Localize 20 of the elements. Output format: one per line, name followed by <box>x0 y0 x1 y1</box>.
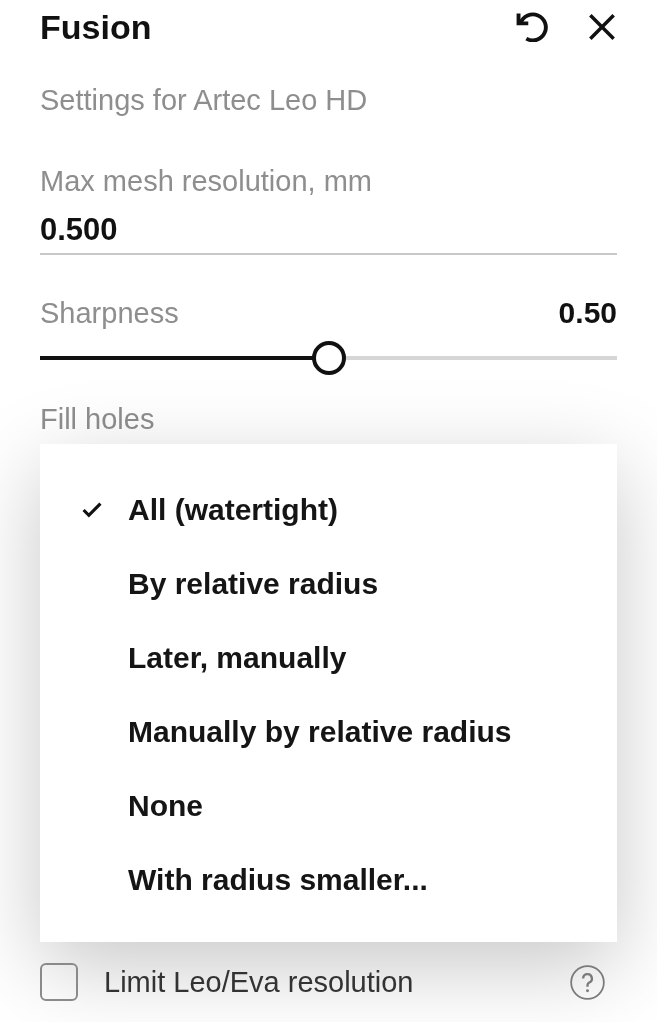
panel-title: Fusion <box>40 10 152 44</box>
menu-item[interactable]: Later, manually <box>128 641 347 675</box>
checkbox[interactable] <box>40 963 78 1001</box>
undo-icon[interactable] <box>515 12 549 42</box>
menu-item[interactable]: None <box>128 789 203 823</box>
close-icon[interactable] <box>587 13 617 41</box>
help-icon[interactable] <box>570 964 605 1000</box>
slider-value: 0.50 <box>558 298 617 328</box>
field-label: Max mesh resolution, mm <box>40 166 372 196</box>
menu-item[interactable]: With radius smaller... <box>128 863 428 897</box>
slider-thumb[interactable] <box>311 341 346 375</box>
menu-item[interactable]: All (watertight) <box>128 493 338 527</box>
menu-item[interactable]: Manually by relative radius <box>128 715 512 749</box>
slider-label: Sharpness <box>40 298 179 328</box>
dropdown-label: Fill holes <box>40 404 155 434</box>
checkbox-label: Limit Leo/Eva resolution <box>104 965 414 999</box>
slider-track[interactable] <box>40 341 617 375</box>
resolution-input-field[interactable]: 0.500 <box>40 214 617 255</box>
menu-item[interactable]: By relative radius <box>128 567 379 601</box>
panel-subtitle: Settings for Artec Leo HD <box>40 85 368 115</box>
